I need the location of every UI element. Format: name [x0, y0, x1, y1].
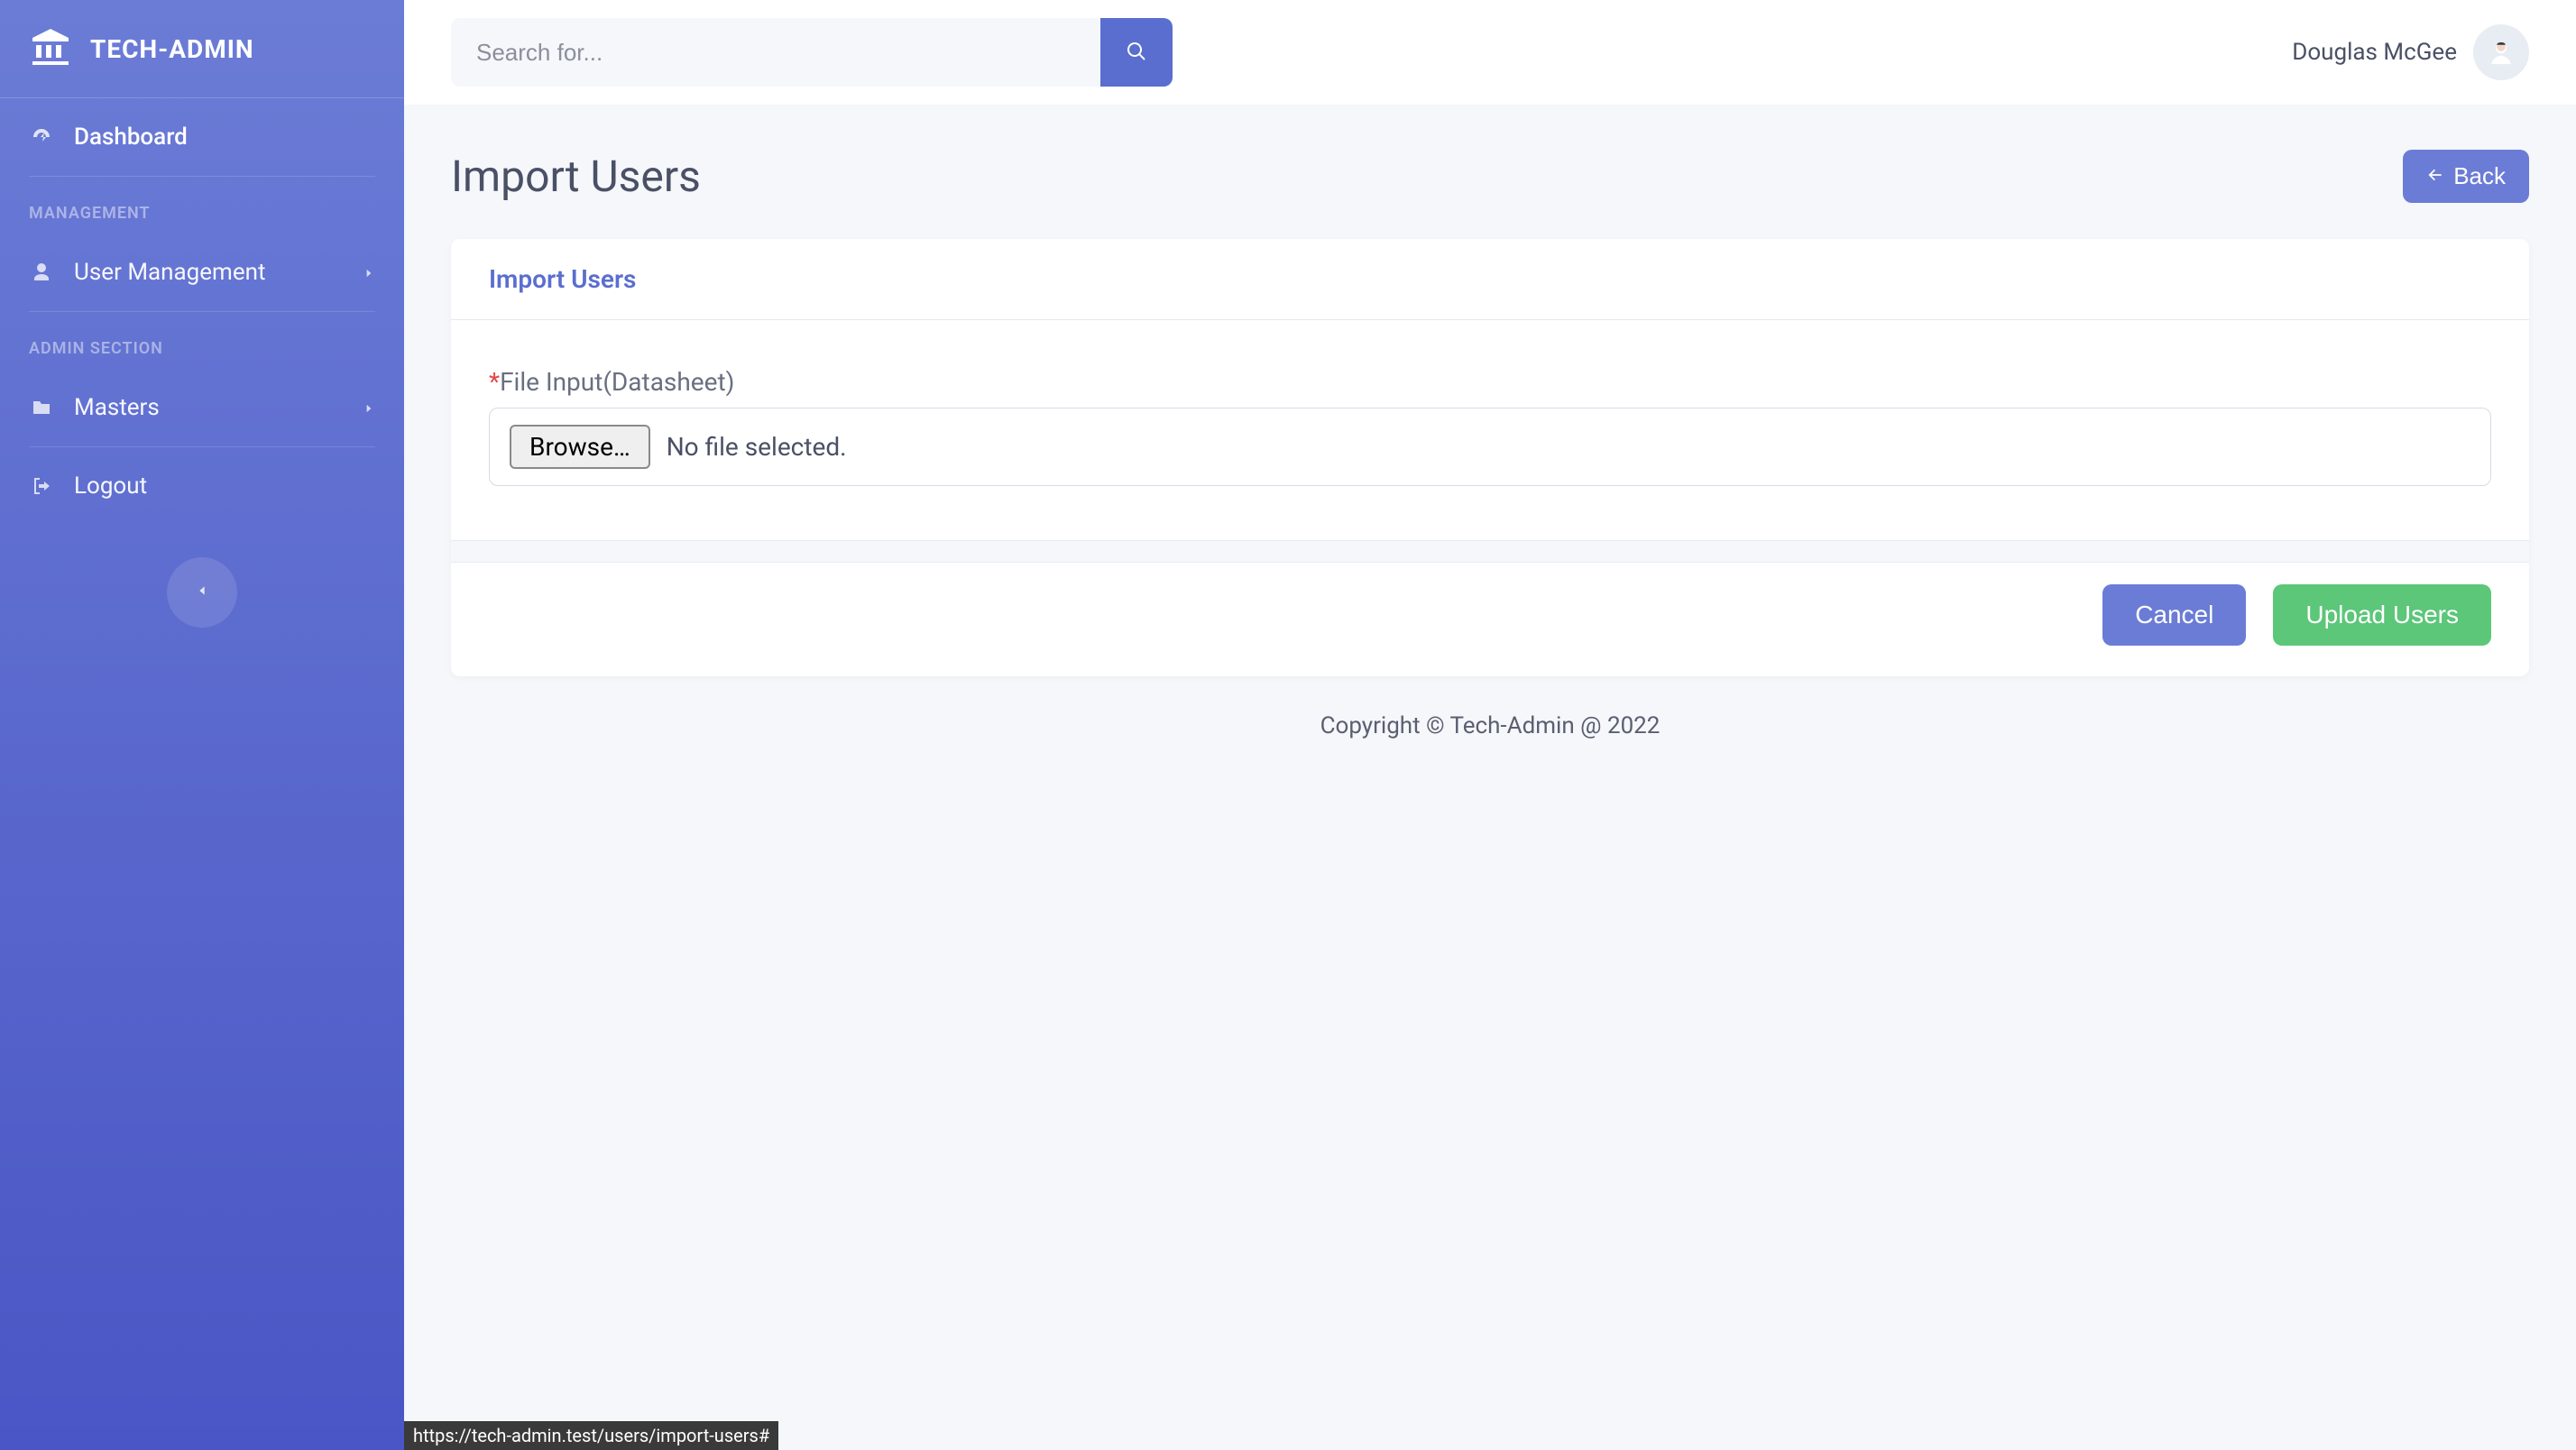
- nav-user-management[interactable]: User Management: [29, 234, 375, 312]
- nav-label: User Management: [74, 259, 266, 286]
- arrow-left-icon: [2426, 162, 2444, 190]
- nav-label: Dashboard: [74, 124, 188, 151]
- brand-name: TECH-ADMIN: [90, 34, 254, 64]
- copyright: Copyright © Tech-Admin @ 2022: [1320, 712, 1661, 739]
- search-button[interactable]: [1100, 18, 1173, 87]
- section-management-label: MANAGEMENT: [29, 177, 375, 234]
- sidebar-nav: Dashboard MANAGEMENT User Management ADM…: [0, 98, 404, 525]
- search-icon: [1126, 41, 1147, 65]
- user-icon: [29, 262, 54, 283]
- file-input-box[interactable]: Browse… No file selected.: [489, 408, 2491, 486]
- card-footer: Cancel Upload Users: [451, 562, 2529, 676]
- cancel-button[interactable]: Cancel: [2102, 584, 2246, 646]
- avatar: [2473, 24, 2529, 80]
- search-wrap: [451, 18, 1173, 87]
- upload-button[interactable]: Upload Users: [2273, 584, 2491, 646]
- page-title: Import Users: [451, 151, 701, 202]
- import-card: Import Users *File Input(Datasheet) Brow…: [451, 239, 2529, 676]
- back-button[interactable]: Back: [2403, 150, 2529, 203]
- card-body: *File Input(Datasheet) Browse… No file s…: [451, 320, 2529, 540]
- nav-masters[interactable]: Masters: [29, 369, 375, 447]
- card-header: Import Users: [451, 239, 2529, 320]
- sidebar: TECH-ADMIN Dashboard MANAGEMENT User Man…: [0, 0, 404, 1450]
- user-menu[interactable]: Douglas McGee: [2292, 24, 2529, 80]
- main: Import Users Back Import Users *File Inp…: [404, 105, 2576, 1450]
- folder-icon: [29, 397, 54, 418]
- chevron-left-icon: [195, 583, 209, 601]
- nav-label: Logout: [74, 473, 147, 500]
- back-label: Back: [2453, 162, 2506, 190]
- logout-icon: [29, 475, 54, 497]
- page-head: Import Users Back: [451, 150, 2529, 203]
- file-status: No file selected.: [667, 432, 847, 462]
- section-admin-label: ADMIN SECTION: [29, 312, 375, 369]
- footer: Copyright © Tech-Admin @ 2022: [451, 676, 2529, 775]
- nav-dashboard[interactable]: Dashboard: [29, 98, 375, 177]
- content-area: Douglas McGee Import Users Back Import U…: [404, 0, 2576, 1450]
- topbar: Douglas McGee: [404, 0, 2576, 105]
- sidebar-collapse-button[interactable]: [167, 557, 237, 628]
- browse-button[interactable]: Browse…: [510, 425, 650, 469]
- brand[interactable]: TECH-ADMIN: [0, 0, 404, 98]
- card-divider: [451, 540, 2529, 562]
- chevron-right-icon: [363, 394, 375, 421]
- nav-label: Masters: [74, 394, 160, 421]
- file-label-text: File Input(Datasheet): [500, 367, 734, 397]
- dashboard-icon: [29, 126, 54, 148]
- chevron-right-icon: [363, 259, 375, 286]
- required-star: *: [489, 367, 500, 397]
- brand-icon: [29, 25, 72, 72]
- file-input-label: *File Input(Datasheet): [489, 367, 2491, 397]
- status-bar-url: https://tech-admin.test/users/import-use…: [404, 1421, 778, 1450]
- card-header-title: Import Users: [489, 264, 2491, 294]
- nav-logout[interactable]: Logout: [29, 447, 375, 525]
- user-name: Douglas McGee: [2292, 39, 2457, 66]
- search-input[interactable]: [451, 18, 1100, 87]
